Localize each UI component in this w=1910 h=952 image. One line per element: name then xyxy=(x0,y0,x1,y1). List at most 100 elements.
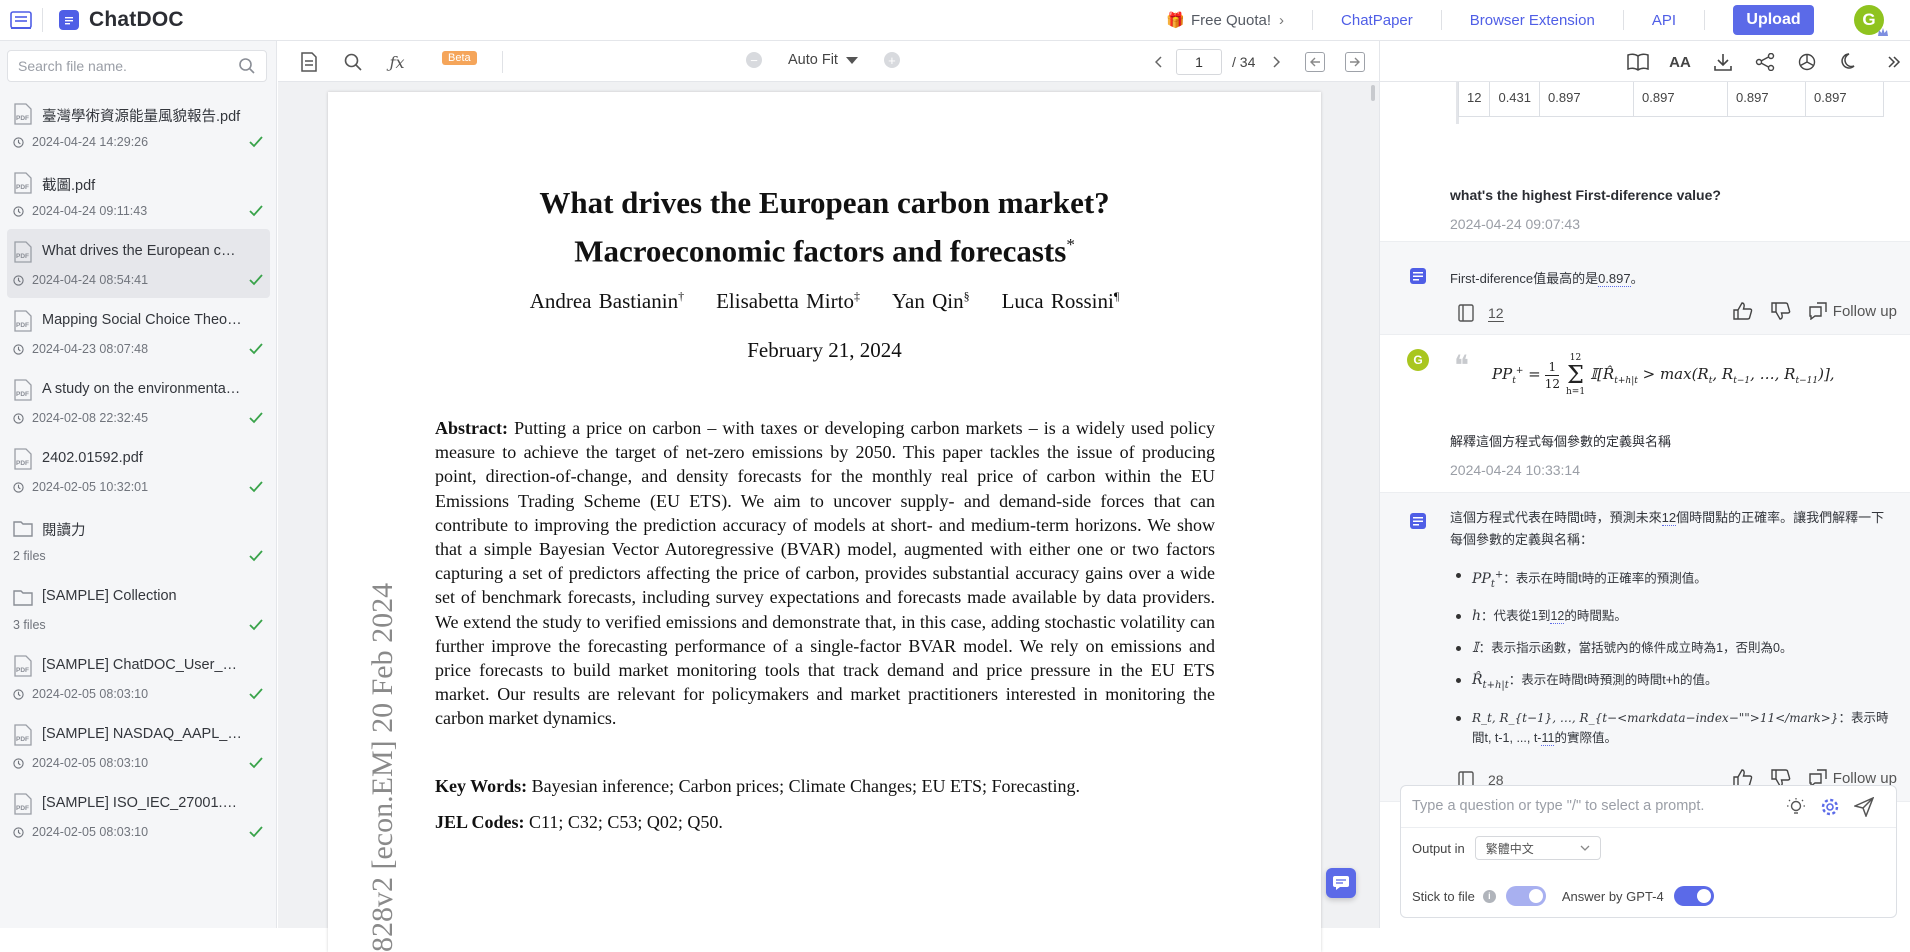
prev-page-button[interactable] xyxy=(1152,56,1166,68)
follow-up-icon xyxy=(1809,302,1827,320)
file-item[interactable]: PDF 臺灣學術資源能量風貌報告.pdf 2024-04-24 14:29:26 xyxy=(7,91,270,160)
output-language-value: 繁體中文 xyxy=(1485,841,1534,856)
clock-icon xyxy=(13,481,24,493)
page-number-input[interactable] xyxy=(1176,49,1222,75)
question-input[interactable] xyxy=(1412,798,1782,814)
upload-button[interactable]: Upload xyxy=(1733,5,1814,35)
chevron-right-icon: › xyxy=(1279,11,1285,29)
file-item[interactable]: PDF [SAMPLE] ChatDOC_User_Guide.pdf 2024-0… xyxy=(7,643,270,712)
pdf-page: What drives the European carbon market? … xyxy=(328,92,1321,952)
search-in-pdf-button[interactable] xyxy=(342,51,364,73)
follow-up-button[interactable]: Follow up xyxy=(1809,302,1897,320)
gpt4-toggle[interactable] xyxy=(1673,886,1714,906)
mindmap-button[interactable] xyxy=(1754,51,1776,73)
folder-item[interactable]: 閱讀力 2 files xyxy=(7,505,270,574)
file-item[interactable]: PDF [SAMPLE] ISO_IEC_27001.pdf 2024-02-05 … xyxy=(7,781,270,850)
item-desc: ：表示指示函數，當括號內的條件成立時為1，否則為0。 xyxy=(1478,641,1793,656)
paper-authors: Andrea Bastianin† Elisabetta Mirto‡ Yan Qi… xyxy=(328,289,1321,314)
viewer-scrollbar[interactable] xyxy=(1371,85,1375,101)
zoom-select[interactable]: Auto Fit xyxy=(788,52,884,68)
zoom-in-button[interactable]: + xyxy=(883,52,900,68)
outline-button[interactable] xyxy=(298,51,320,73)
sidebar-toggle-button[interactable] xyxy=(0,0,42,41)
thumbs-up-button[interactable] xyxy=(1733,302,1753,320)
folder-item[interactable]: [SAMPLE] Collection 3 files xyxy=(7,574,270,643)
prompt-suggestion-button[interactable] xyxy=(1785,796,1807,818)
pdf-file-icon: PDF xyxy=(14,103,32,125)
last-page-button[interactable] xyxy=(1345,52,1366,72)
collapse-chat-button[interactable] xyxy=(1883,51,1905,73)
zoom-out-button[interactable]: − xyxy=(746,52,762,68)
user-avatar[interactable]: G xyxy=(1854,5,1888,36)
svg-text:PDF: PDF xyxy=(16,391,29,398)
plus-icon: + xyxy=(888,52,896,68)
download-button[interactable] xyxy=(1712,51,1734,73)
answer-source-link[interactable]: 0.897 xyxy=(1598,271,1631,287)
file-item[interactable]: PDF A study on the environmental impact.p… xyxy=(7,367,270,436)
formula-button[interactable]: ƒx xyxy=(386,51,408,73)
chat-settings-button[interactable] xyxy=(1819,796,1841,818)
answer-text: First-diference值最高的是 xyxy=(1450,271,1599,286)
info-icon[interactable]: i xyxy=(1482,889,1496,903)
bot-message: First-diference值最高的是0.897。 12 Follow up xyxy=(1380,242,1910,335)
search-icon[interactable] xyxy=(238,57,256,75)
chat-messages: 12 0.431 0.897 0.897 0.897 0.897 what's the h… xyxy=(1380,82,1910,802)
file-item[interactable]: PDF 截圖.pdf 2024-04-24 09:11:43 xyxy=(7,160,270,229)
check-icon xyxy=(249,343,263,355)
source-ref[interactable]: 12 xyxy=(1458,304,1504,322)
file-meta: 2024-02-08 22:32:45 xyxy=(13,411,148,425)
stick-to-file-toggle[interactable] xyxy=(1505,886,1546,906)
clock-icon xyxy=(13,136,24,148)
reading-mode-button[interactable] xyxy=(1627,51,1649,73)
font-size-button[interactable]: AA xyxy=(1669,51,1691,73)
font-size-icon: AA xyxy=(1669,53,1691,71)
answer-source-link[interactable]: 12 xyxy=(1550,609,1565,625)
send-button[interactable] xyxy=(1853,796,1875,818)
author-name: Andrea Bastianin xyxy=(529,289,679,313)
answer-source-link[interactable]: 12 xyxy=(1661,510,1677,526)
list-item: R̂t+h|t：表示在時間t時預測的時間t+h的值。 xyxy=(1454,670,1894,696)
source-page-number[interactable]: 12 xyxy=(1488,305,1504,322)
chatpaper-link[interactable]: ChatPaper xyxy=(1313,10,1442,30)
file-item[interactable]: PDF What drives the European carbon marke… xyxy=(7,229,270,298)
file-meta-text: 2024-04-23 08:07:48 xyxy=(32,342,149,356)
formula-icon: ƒx xyxy=(389,52,405,72)
file-list: PDF 臺灣學術資源能量風貌報告.pdf 2024-04-24 14:29:26 PD… xyxy=(0,91,277,850)
svg-text:PDF: PDF xyxy=(16,322,29,329)
answer-source-link[interactable]: 11 xyxy=(1541,731,1555,747)
brand[interactable]: ChatDOC xyxy=(59,8,184,32)
file-item[interactable]: PDF 2402.01592.pdf 2024-02-05 10:32:01 xyxy=(7,436,270,505)
file-name: 閱讀力 xyxy=(42,523,86,539)
open-chat-button[interactable] xyxy=(1326,868,1356,898)
file-meta-text: 3 files xyxy=(13,618,46,632)
author-name: Luca Rossini xyxy=(1001,289,1114,313)
file-name: [SAMPLE] Collection xyxy=(42,588,177,604)
item-desc-end: 的實際值。 xyxy=(1554,731,1617,746)
pdf-file-icon: PDF xyxy=(14,310,32,332)
next-page-button[interactable] xyxy=(1269,56,1283,68)
first-page-button[interactable] xyxy=(1305,52,1326,72)
file-meta: 2024-04-24 08:54:41 xyxy=(13,273,148,287)
dark-mode-button[interactable] xyxy=(1839,51,1861,73)
file-item[interactable]: PDF Mapping Social Choice Theory to RLHF.… xyxy=(7,298,270,367)
file-meta: 2024-02-05 08:03:10 xyxy=(13,756,148,770)
chevron-down-icon xyxy=(1580,845,1590,851)
thumbs-down-button[interactable] xyxy=(1771,302,1791,320)
model-button[interactable] xyxy=(1796,51,1818,73)
free-quota-link[interactable]: 🎁 Free Quota! › xyxy=(1138,10,1314,30)
pdf-file-icon: PDF xyxy=(14,655,32,677)
chevron-right-icon xyxy=(1273,56,1281,68)
check-icon xyxy=(249,136,263,148)
formula-lhs: PPt+ = xyxy=(1492,364,1541,386)
output-language-select[interactable]: 繁體中文 xyxy=(1474,836,1601,860)
gear-icon xyxy=(1821,798,1839,816)
file-search-input[interactable] xyxy=(18,58,238,74)
title-footnote-mark: * xyxy=(1066,235,1075,254)
api-link[interactable]: API xyxy=(1624,10,1705,30)
user-question: 解釋這個方程式每個參數的定義與名稱 xyxy=(1450,434,1672,449)
item-desc: ：表示在時間t時預測的時間t+h的值。 xyxy=(1508,673,1718,688)
chevron-left-icon xyxy=(1155,56,1162,68)
file-item[interactable]: PDF [SAMPLE] NASDAQ_AAPL_2022.pdf 2024-02-… xyxy=(7,712,270,781)
browser-extension-link[interactable]: Browser Extension xyxy=(1442,10,1624,30)
check-icon xyxy=(249,274,263,286)
